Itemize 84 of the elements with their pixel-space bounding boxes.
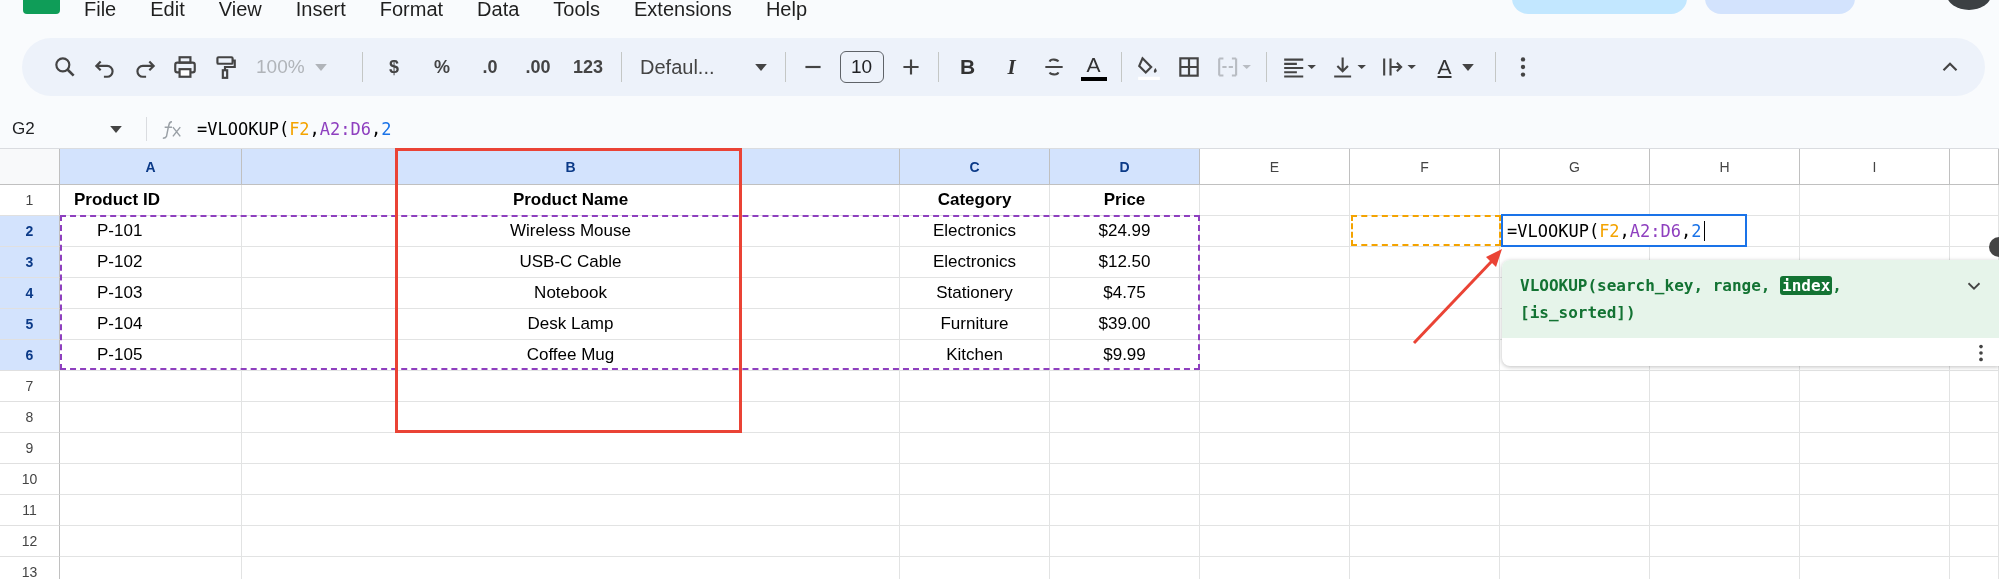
table-cell: P-103 [60, 278, 242, 309]
font-size-field[interactable]: 10 [839, 51, 884, 83]
print-icon[interactable] [172, 54, 198, 80]
table-cell: Product ID [60, 185, 242, 216]
table-cell: Kitchen [900, 340, 1050, 371]
table-cell: P-101 [60, 216, 242, 247]
italic-button[interactable]: I [996, 49, 1027, 85]
table-cell: $39.00 [1050, 309, 1200, 340]
table-cell: Furniture [900, 309, 1050, 340]
more-icon[interactable] [1977, 342, 1985, 364]
text-rotation-button[interactable]: A [1430, 49, 1481, 85]
table-cell: $12.50 [1050, 247, 1200, 278]
table-cell: Price [1050, 185, 1200, 216]
column-header[interactable]: I [1800, 149, 1950, 185]
cell-editor[interactable]: =VLOOKUP(F2,A2:D6,2 [1501, 214, 1747, 247]
menu-item[interactable]: File [84, 0, 117, 21]
menu-item[interactable]: View [218, 0, 262, 21]
table-cell: Wireless Mouse [242, 216, 900, 247]
table-cell: P-105 [60, 340, 242, 371]
table-cell: Electronics [900, 216, 1050, 247]
menu-item[interactable]: Format [379, 0, 444, 21]
table-cell: USB-C Cable [242, 247, 900, 278]
row-header[interactable]: 12 [0, 526, 60, 557]
table-cell: Product Name [242, 185, 900, 216]
table-cell [1950, 526, 1999, 557]
column-header[interactable]: E [1200, 149, 1350, 185]
table-cell: Stationery [900, 278, 1050, 309]
menu-item[interactable]: Insert [295, 0, 346, 21]
row-header[interactable]: 6 [0, 340, 60, 371]
table-cell [1950, 433, 1999, 464]
caret-icon[interactable] [1461, 63, 1474, 71]
row-header[interactable]: 11 [0, 495, 60, 526]
column-header[interactable]: D [1050, 149, 1200, 185]
table-cell: Category [900, 185, 1050, 216]
row-header[interactable]: 2 [0, 216, 60, 247]
row-header[interactable]: 1 [0, 185, 60, 216]
number-format-button[interactable]: $ [377, 49, 411, 85]
number-format-button[interactable]: .00 [521, 49, 555, 85]
column-header[interactable]: C [900, 149, 1050, 185]
function-signature: VLOOKUP(search_key, range, index, [is_sorted]) [1520, 275, 1843, 324]
table-cell: P-102 [60, 247, 242, 278]
fill-color-icon[interactable] [1135, 54, 1162, 80]
number-format-button[interactable]: .0 [473, 49, 507, 85]
row-header[interactable]: 3 [0, 247, 60, 278]
table-cell: Desk Lamp [242, 309, 900, 340]
menu-item[interactable]: Extensions [634, 0, 732, 21]
table-cell [1950, 495, 1999, 526]
column-header[interactable]: F [1350, 149, 1500, 185]
menu-item[interactable]: Help [765, 0, 807, 21]
row-header[interactable]: 9 [0, 433, 60, 464]
corner-cell[interactable] [0, 149, 60, 185]
table-cell: P-104 [60, 309, 242, 340]
table-cell [1950, 464, 1999, 495]
caret-icon[interactable] [110, 125, 122, 133]
menu-item[interactable]: Data [477, 0, 520, 21]
function-icon [161, 119, 183, 139]
formula-input[interactable]: =VLOOKUP(F2,A2:D6,2 [197, 119, 392, 139]
row-header[interactable]: 4 [0, 278, 60, 309]
table-cell: Notebook [242, 278, 900, 309]
text-color-button[interactable]: A [1080, 53, 1107, 81]
font-dropdown[interactable]: Defaul... [636, 49, 771, 85]
row-header[interactable]: 8 [0, 402, 60, 433]
number-format-button[interactable]: 123 [569, 49, 608, 85]
row-header[interactable]: 7 [0, 371, 60, 402]
table-cell: Coffee Mug [242, 340, 900, 371]
table-cell [1950, 371, 1999, 402]
bold-button[interactable]: B [952, 49, 983, 85]
caret-icon[interactable] [754, 63, 767, 71]
number-format-button[interactable]: % [425, 49, 459, 85]
column-header[interactable]: A [60, 149, 242, 185]
column-header[interactable]: H [1650, 149, 1800, 185]
table-cell: $9.99 [1050, 340, 1200, 371]
menu-item[interactable]: Edit [150, 0, 185, 21]
column-header[interactable]: G [1500, 149, 1650, 185]
name-box[interactable]: G2 [12, 119, 110, 139]
row-header[interactable]: 5 [0, 309, 60, 340]
table-cell: $4.75 [1050, 278, 1200, 309]
table-cell [1950, 402, 1999, 433]
table-cell: $24.99 [1050, 216, 1200, 247]
menu-item[interactable]: Tools [553, 0, 601, 21]
row-header[interactable]: 10 [0, 464, 60, 495]
table-cell [1950, 185, 1999, 216]
table-cell: Electronics [900, 247, 1050, 278]
column-header[interactable]: B [242, 149, 900, 185]
